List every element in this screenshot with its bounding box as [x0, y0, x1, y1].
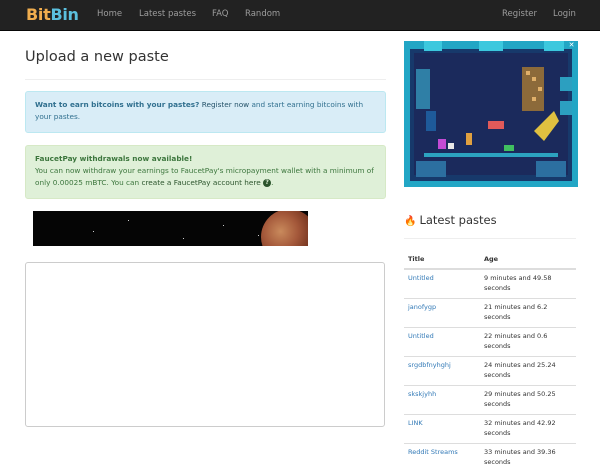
- table-row: srgdbfnyhghj 24 minutes and 25.24 second…: [404, 357, 576, 386]
- banner-star: [128, 220, 129, 221]
- faucetpay-alert: FaucetPay withdrawals now available! You…: [25, 145, 386, 199]
- banner-star: [93, 231, 94, 232]
- table-row: janofygp 21 minutes and 6.2 seconds: [404, 299, 576, 328]
- brand-part-2: Bin: [50, 5, 78, 24]
- paste-age: 33 minutes and 39.36 seconds: [480, 444, 576, 472]
- paste-age: 24 minutes and 25.24 seconds: [480, 357, 576, 386]
- earn-bitcoins-alert: Want to earn bitcoins with your pastes? …: [25, 91, 386, 133]
- nav-random[interactable]: Random: [245, 0, 280, 30]
- latest-pastes-heading: 🔥Latest pastes: [404, 213, 497, 227]
- paste-title-link[interactable]: Reddit Streams: [408, 448, 458, 456]
- faucetpay-alert-heading: FaucetPay withdrawals now available!: [35, 154, 192, 163]
- banner-star: [258, 235, 259, 236]
- table-row: skskjyhh 29 minutes and 50.25 seconds: [404, 386, 576, 415]
- sidebar-divider: [404, 238, 576, 239]
- paste-age: 22 minutes and 0.6 seconds: [480, 328, 576, 357]
- earn-alert-bold: Want to earn bitcoins with your pastes?: [35, 100, 199, 109]
- table-row: LINK 32 minutes and 42.92 seconds: [404, 415, 576, 444]
- paste-title-link[interactable]: janofygp: [408, 303, 436, 311]
- close-icon[interactable]: ✕: [567, 41, 576, 50]
- faucetpay-account-link[interactable]: create a FaucetPay account here: [141, 178, 260, 187]
- nav-home[interactable]: Home: [97, 0, 122, 30]
- paste-title-link[interactable]: skskjyhh: [408, 390, 436, 398]
- paste-title-link[interactable]: Untitled: [408, 332, 434, 340]
- table-header-row: Title Age: [404, 250, 576, 269]
- table-row: Untitled 22 minutes and 0.6 seconds: [404, 328, 576, 357]
- nav-latest-pastes[interactable]: Latest pastes: [139, 0, 196, 30]
- latest-pastes-heading-text: Latest pastes: [419, 213, 496, 227]
- top-navbar: BitBin Home Latest pastes FAQ Random Reg…: [0, 0, 600, 31]
- banner-star: [223, 225, 224, 226]
- nav-faq[interactable]: FAQ: [212, 0, 228, 30]
- latest-pastes-table: Title Age Untitled 9 minutes and 49.58 s…: [404, 250, 576, 472]
- game-ad-image: [404, 41, 578, 187]
- column-header-title: Title: [404, 250, 480, 269]
- fire-icon: 🔥: [404, 216, 416, 227]
- brand-part-1: Bit: [26, 5, 50, 24]
- nav-login[interactable]: Login: [553, 0, 576, 30]
- paste-title-link[interactable]: srgdbfnyhghj: [408, 361, 451, 369]
- paste-age: 9 minutes and 49.58 seconds: [480, 269, 576, 299]
- paste-textarea[interactable]: [25, 262, 385, 427]
- register-now-link[interactable]: Register now: [202, 100, 249, 109]
- paste-title-link[interactable]: LINK: [408, 419, 423, 427]
- paste-age: 21 minutes and 6.2 seconds: [480, 299, 576, 328]
- page-title: Upload a new paste: [25, 49, 169, 65]
- question-circle-icon[interactable]: ?: [263, 179, 271, 187]
- brand-logo[interactable]: BitBin: [26, 5, 79, 25]
- banner-star: [183, 238, 184, 239]
- table-row: Reddit Streams 33 minutes and 39.36 seco…: [404, 444, 576, 472]
- paste-title-link[interactable]: Untitled: [408, 274, 434, 282]
- paste-age: 32 minutes and 42.92 seconds: [480, 415, 576, 444]
- paste-age: 29 minutes and 50.25 seconds: [480, 386, 576, 415]
- game-ad-banner[interactable]: ✕: [404, 41, 578, 187]
- space-ad-banner[interactable]: [33, 211, 308, 246]
- mars-planet-image: [261, 211, 308, 246]
- faucetpay-alert-end: .: [271, 178, 273, 187]
- nav-register[interactable]: Register: [502, 0, 537, 30]
- column-header-age: Age: [480, 250, 576, 269]
- title-divider: [25, 79, 386, 80]
- table-row: Untitled 9 minutes and 49.58 seconds: [404, 269, 576, 299]
